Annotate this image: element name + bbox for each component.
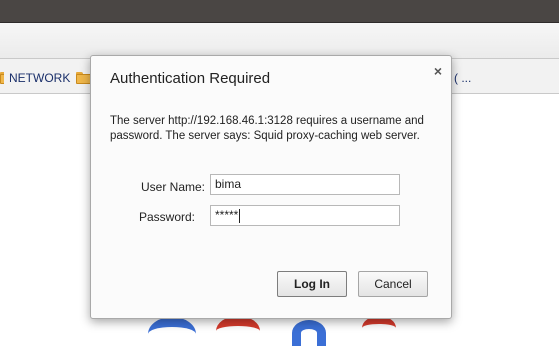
close-icon[interactable]: × — [434, 63, 442, 79]
dialog-message: The server http://192.168.46.1:3128 requ… — [110, 115, 424, 142]
password-field[interactable]: ***** — [210, 205, 400, 226]
username-value: bima — [215, 177, 242, 191]
auth-dialog: Authentication Required × The server htt… — [90, 55, 452, 319]
dialog-title: Authentication Required — [110, 70, 271, 87]
browser-toolbar — [0, 23, 559, 59]
login-button[interactable]: Log In — [277, 271, 347, 297]
username-label: User Name: — [140, 180, 205, 194]
bookmark-label: NETWORK — [9, 71, 71, 85]
bookmark-overflow[interactable]: ( ... — [454, 70, 471, 86]
text-caret — [239, 208, 241, 223]
bookmark-label: ( ... — [454, 71, 472, 85]
password-value: ***** — [215, 208, 239, 222]
google-logo-fragment — [216, 316, 260, 346]
username-field[interactable]: bima — [210, 174, 400, 195]
google-logo-fragment — [292, 320, 326, 346]
folder-icon — [0, 72, 4, 84]
password-label: Password: — [138, 210, 195, 224]
browser-title-bar — [0, 0, 559, 23]
cancel-button[interactable]: Cancel — [358, 271, 428, 297]
bookmark-network[interactable]: NETWORK — [0, 70, 70, 86]
google-logo-fragment — [362, 316, 396, 340]
